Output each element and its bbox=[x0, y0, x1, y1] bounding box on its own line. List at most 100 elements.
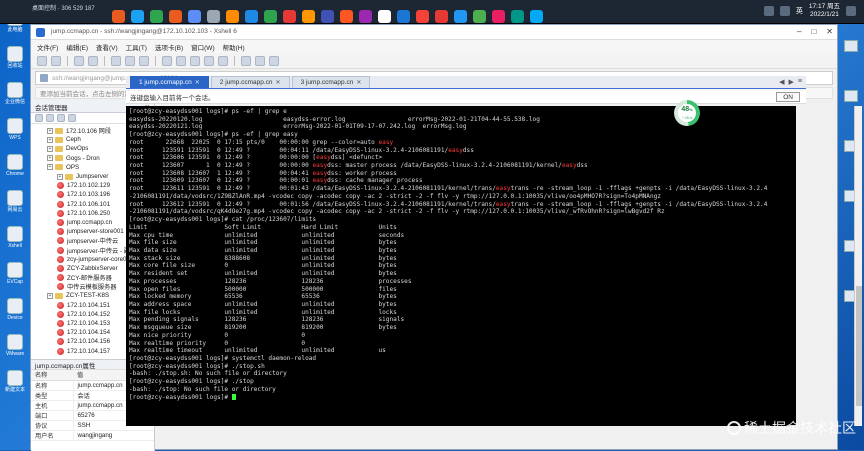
network-speed-gauge[interactable]: 48% ↑ 0K/s bbox=[674, 100, 700, 126]
netease-icon[interactable]: 网易云 bbox=[2, 190, 28, 213]
help-icon[interactable] bbox=[269, 56, 279, 66]
close-button[interactable]: ✕ bbox=[826, 27, 833, 36]
wifi-icon[interactable] bbox=[764, 6, 774, 16]
session-tab[interactable]: 1 jump.ccmapp.cn✕ bbox=[130, 76, 209, 88]
color-scheme-icon[interactable] bbox=[176, 56, 186, 66]
taskbar-app-icon[interactable] bbox=[264, 10, 277, 23]
taskbar-app-icon[interactable] bbox=[169, 10, 182, 23]
disconnect-icon[interactable] bbox=[88, 56, 98, 66]
scrollbar-thumb[interactable] bbox=[856, 286, 862, 406]
terminal-text: root 123591 123591 0 12:49 ? 00:04:11 /d… bbox=[129, 147, 448, 154]
tab-close-icon[interactable]: ✕ bbox=[276, 79, 281, 86]
expand-icon[interactable]: + bbox=[47, 155, 53, 161]
delete-icon[interactable] bbox=[68, 114, 76, 122]
menu-item[interactable]: 帮助(H) bbox=[223, 42, 245, 52]
taskbar-app-icon[interactable] bbox=[245, 10, 258, 23]
desktop-file-icon[interactable] bbox=[840, 40, 862, 60]
taskbar-app-icon[interactable] bbox=[226, 10, 239, 23]
expand-icon[interactable]: + bbox=[47, 293, 53, 299]
taskbar-app-icon[interactable] bbox=[454, 10, 467, 23]
expand-icon[interactable]: + bbox=[47, 164, 53, 170]
clock[interactable]: 17:17 周五 2022/1/21 bbox=[809, 3, 840, 19]
vmware-icon[interactable]: VMware bbox=[2, 334, 28, 357]
wecom-icon[interactable]: 企业微信 bbox=[2, 82, 28, 105]
text-file-icon[interactable]: 新建文本 bbox=[2, 370, 28, 393]
taskbar-app-icon[interactable] bbox=[321, 10, 334, 23]
menu-item[interactable]: 工具(T) bbox=[126, 42, 147, 52]
expand-icon[interactable]: + bbox=[47, 128, 53, 134]
new-session-icon[interactable] bbox=[35, 114, 43, 122]
terminal-line: Max processes 128236 128236 processes bbox=[129, 278, 796, 286]
menu-item[interactable]: 选项卡(B) bbox=[155, 42, 183, 52]
lock-icon[interactable] bbox=[218, 56, 228, 66]
taskbar-app-icon[interactable] bbox=[188, 10, 201, 23]
recycle-bin-icon[interactable]: 回收站 bbox=[2, 46, 28, 69]
taskbar-app-icon[interactable] bbox=[492, 10, 505, 23]
tab-menu-icon[interactable]: ≡ bbox=[798, 78, 802, 86]
taskbar-app-icon[interactable] bbox=[112, 10, 125, 23]
fullscreen-icon[interactable] bbox=[204, 56, 214, 66]
tab-prev-icon[interactable]: ◀ bbox=[779, 78, 784, 86]
property-key: 类型 bbox=[31, 390, 73, 400]
session-tab[interactable]: 2 jump.ccmapp.cn✕ bbox=[211, 76, 290, 88]
open-folder-icon[interactable] bbox=[51, 56, 61, 66]
terminal-output[interactable]: [root@zcy-easydss001 logs]# ps -ef | gre… bbox=[126, 106, 796, 426]
chrome-icon[interactable]: Chrome bbox=[2, 154, 28, 177]
taskbar-app-icon[interactable] bbox=[378, 10, 391, 23]
tree-item-label: zcy-jumpserver-core001 bbox=[67, 256, 133, 263]
tab-close-icon[interactable]: ✕ bbox=[356, 79, 361, 86]
xshell-icon[interactable]: Xshell bbox=[2, 226, 28, 249]
desktop-icon-label: Chrome bbox=[2, 171, 28, 177]
taskbar-app-icon[interactable] bbox=[530, 10, 543, 23]
taskbar-app-icon[interactable] bbox=[150, 10, 163, 23]
on-button[interactable]: ON bbox=[776, 92, 800, 102]
properties-icon[interactable] bbox=[57, 114, 65, 122]
session-tab[interactable]: 3 jump.ccmapp.cn✕ bbox=[292, 76, 371, 88]
expand-icon[interactable]: + bbox=[47, 137, 53, 143]
notification-icon[interactable] bbox=[846, 6, 856, 16]
taskbar-app-icon[interactable] bbox=[131, 10, 144, 23]
tree-item-label: Jumpserver bbox=[76, 173, 108, 180]
menu-item[interactable]: 文件(F) bbox=[37, 42, 58, 52]
window-title-bar[interactable]: jump.ccmapp.cn - ssh://wangjingang@172.1… bbox=[31, 25, 837, 40]
xftp-icon[interactable] bbox=[241, 56, 251, 66]
taskbar-app-icon[interactable] bbox=[416, 10, 429, 23]
maximize-button[interactable]: □ bbox=[811, 27, 816, 36]
taskbar-app-icon[interactable] bbox=[473, 10, 486, 23]
tree-item-label: 172.10.104.151 bbox=[67, 302, 110, 309]
connect-icon[interactable] bbox=[74, 56, 84, 66]
find-icon[interactable] bbox=[139, 56, 149, 66]
compose-icon[interactable] bbox=[255, 56, 265, 66]
font-icon[interactable] bbox=[190, 56, 200, 66]
wps-icon[interactable]: WPS bbox=[2, 118, 28, 141]
tab-close-icon[interactable]: ✕ bbox=[195, 79, 200, 86]
menu-item[interactable]: 编辑(E) bbox=[66, 42, 88, 52]
property-row: 用户名wangjingang bbox=[31, 430, 154, 440]
taskbar-app-icon[interactable] bbox=[340, 10, 353, 23]
session-icon bbox=[57, 329, 64, 336]
terminal-scrollbar[interactable] bbox=[854, 106, 862, 426]
new-session-icon[interactable] bbox=[37, 56, 47, 66]
taskbar-app-icon[interactable] bbox=[397, 10, 410, 23]
taskbar-app-icon[interactable] bbox=[511, 10, 524, 23]
print-icon[interactable] bbox=[162, 56, 172, 66]
copy-icon[interactable] bbox=[111, 56, 121, 66]
menu-item[interactable]: 查看(V) bbox=[96, 42, 118, 52]
menu-item[interactable]: 窗口(W) bbox=[191, 42, 214, 52]
expand-icon[interactable]: + bbox=[57, 174, 63, 180]
expand-icon[interactable]: + bbox=[47, 146, 53, 152]
ime-indicator[interactable]: 英 bbox=[796, 6, 803, 16]
minimize-button[interactable]: – bbox=[797, 27, 801, 36]
taskbar-app-icon[interactable] bbox=[207, 10, 220, 23]
evcap-icon[interactable]: EVCap bbox=[2, 262, 28, 285]
device-icon[interactable]: Device bbox=[2, 298, 28, 321]
paste-icon[interactable] bbox=[125, 56, 135, 66]
taskbar-app-icon[interactable] bbox=[435, 10, 448, 23]
new-folder-icon[interactable] bbox=[46, 114, 54, 122]
taskbar-app-icon[interactable] bbox=[302, 10, 315, 23]
taskbar-app-icon[interactable] bbox=[283, 10, 296, 23]
taskbar-app-icon[interactable] bbox=[359, 10, 372, 23]
tab-next-icon[interactable]: ▶ bbox=[789, 78, 794, 86]
volume-icon[interactable] bbox=[780, 6, 790, 16]
tree-item-label: 172.10.104.153 bbox=[67, 320, 110, 327]
